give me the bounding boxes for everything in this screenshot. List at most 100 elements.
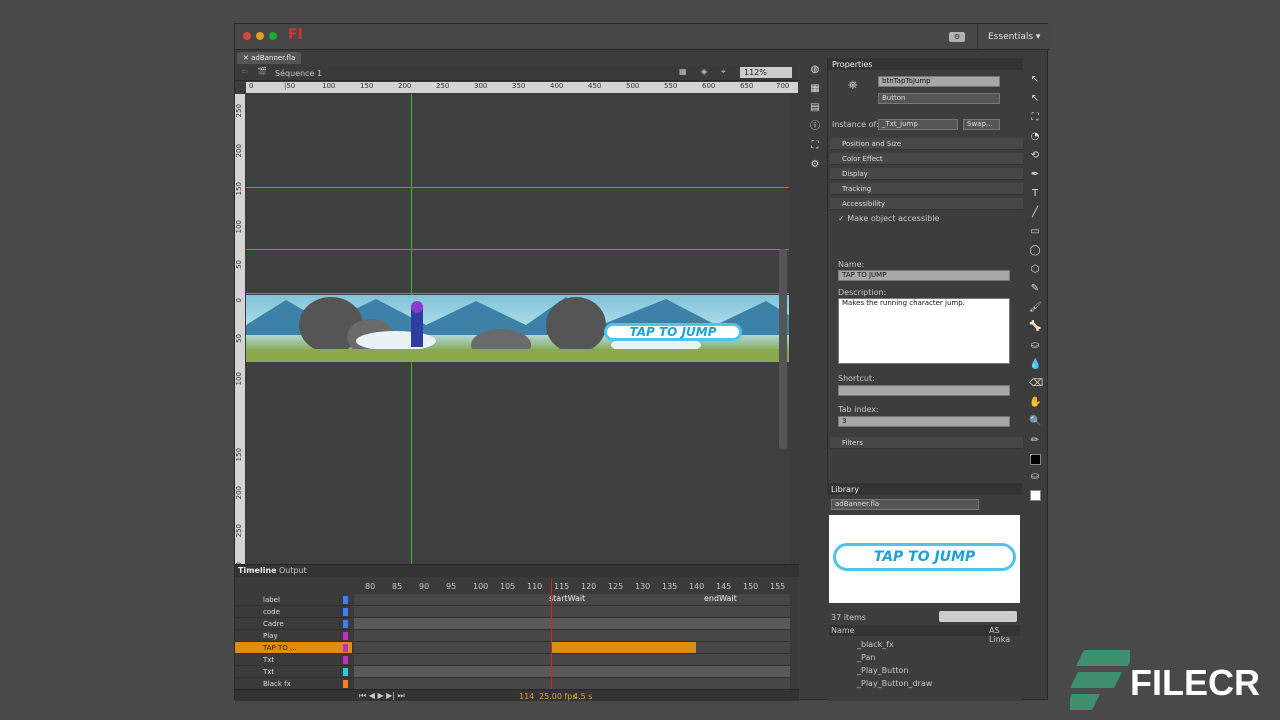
- accessible-name-input[interactable]: TAP TO JUMP: [838, 270, 1010, 281]
- section-display[interactable]: Display: [830, 168, 1023, 180]
- layer-row[interactable]: Cadre: [235, 618, 352, 630]
- col-name[interactable]: Name: [831, 626, 855, 635]
- paint-bucket-tool-icon[interactable]: ⛀: [1029, 340, 1041, 352]
- layer-color-marker[interactable]: [343, 632, 348, 640]
- frame-row[interactable]: [354, 606, 790, 618]
- selection-tool-icon[interactable]: ↖: [1029, 74, 1041, 86]
- polystar-tool-icon[interactable]: ⬡: [1029, 264, 1041, 276]
- frame-rate[interactable]: 25.00 fps: [539, 692, 577, 701]
- layer-row-selected[interactable]: TAP TO ...: [235, 642, 352, 654]
- oval-tool-icon[interactable]: ◯: [1029, 245, 1041, 257]
- document-tab[interactable]: ✕ adBanner.fla: [237, 52, 302, 64]
- swatches-icon[interactable]: ▦: [809, 83, 821, 95]
- frame-row[interactable]: [354, 630, 790, 642]
- lasso-tool-icon[interactable]: ⟲: [1029, 150, 1041, 162]
- tap-to-jump-button[interactable]: TAP TO JUMP: [604, 323, 742, 341]
- tween-span[interactable]: [551, 642, 696, 653]
- instance-name-input[interactable]: btnTapToJump: [878, 76, 1000, 87]
- layer-row[interactable]: code: [235, 606, 352, 618]
- make-accessible-checkbox[interactable]: ✓ Make object accessible: [838, 214, 939, 223]
- align-icon[interactable]: ▤: [809, 102, 821, 114]
- subselection-tool-icon[interactable]: ↖: [1029, 93, 1041, 105]
- eraser-tool-icon[interactable]: ⌫: [1029, 378, 1043, 390]
- frame-row[interactable]: [354, 618, 790, 630]
- guide-horizontal[interactable]: [246, 249, 789, 250]
- layer-row[interactable]: Txt: [235, 666, 352, 678]
- frame-row[interactable]: [354, 654, 790, 666]
- tab-timeline[interactable]: Timeline: [238, 566, 277, 575]
- free-transform-tool-icon[interactable]: ⛶: [1029, 112, 1041, 124]
- library-item[interactable]: _Pan: [857, 653, 875, 662]
- zoom-tool-icon[interactable]: 🔍: [1029, 416, 1041, 428]
- brush-tool-icon[interactable]: 🖌: [1029, 302, 1042, 314]
- swap-button[interactable]: Swap...: [963, 119, 1000, 130]
- section-accessibility[interactable]: Accessibility: [830, 198, 1023, 210]
- rectangle-tool-icon[interactable]: ▭: [1029, 226, 1041, 238]
- frame-row[interactable]: startWait endWait: [354, 594, 790, 606]
- hand-tool-icon[interactable]: ✋: [1029, 397, 1041, 409]
- section-tracking[interactable]: Tracking: [830, 183, 1023, 195]
- col-linkage[interactable]: AS Linka: [989, 626, 1020, 644]
- playback-controls[interactable]: ⏮ ◀ ▶ ▶| ⏭: [359, 691, 405, 701]
- playhead[interactable]: [551, 579, 552, 689]
- layer-color-marker[interactable]: [343, 620, 348, 628]
- library-search-input[interactable]: [939, 611, 1017, 622]
- layer-row[interactable]: Txt: [235, 654, 352, 666]
- library-file-select[interactable]: adBanner.fla: [831, 499, 979, 510]
- line-tool-icon[interactable]: ╱: [1029, 207, 1041, 219]
- workspace-switcher[interactable]: Essentials ▾: [977, 24, 1049, 50]
- ruler-tick: 400: [550, 82, 564, 90]
- fill-color-icon[interactable]: ⛀: [1029, 471, 1041, 483]
- pen-tool-icon[interactable]: ✒: [1029, 169, 1041, 181]
- vertical-scrollbar[interactable]: [779, 249, 787, 449]
- transform-icon[interactable]: ⛶: [809, 140, 821, 152]
- minimize-window-button[interactable]: [256, 32, 264, 40]
- edit-symbols-icon[interactable]: ◈: [701, 67, 707, 76]
- bone-tool-icon[interactable]: 🦴: [1029, 321, 1041, 333]
- symbol-type-select[interactable]: Button: [878, 93, 1000, 104]
- shortcut-input[interactable]: [838, 385, 1010, 396]
- layer-color-marker[interactable]: [343, 656, 348, 664]
- section-color-effect[interactable]: Color Effect: [830, 153, 1023, 165]
- text-tool-icon[interactable]: T: [1029, 188, 1041, 200]
- 3d-rotation-tool-icon[interactable]: ◔: [1029, 131, 1041, 143]
- back-arrow-icon[interactable]: ⇦: [241, 67, 248, 76]
- stage-canvas[interactable]: TAP TO JUMP: [246, 94, 789, 589]
- description-textarea[interactable]: Makes the running character jump.: [838, 298, 1010, 364]
- layer-color-marker[interactable]: [343, 644, 348, 652]
- library-item[interactable]: _black_fx: [857, 640, 894, 649]
- library-item[interactable]: _Play_Button_draw: [857, 679, 932, 688]
- tab-output[interactable]: Output: [279, 566, 307, 575]
- center-stage-icon[interactable]: ⌖: [721, 67, 726, 77]
- layer-row[interactable]: Play: [235, 630, 352, 642]
- code-snippets-icon[interactable]: ⚙: [809, 159, 821, 171]
- maximize-window-button[interactable]: [269, 32, 277, 40]
- frame-row[interactable]: [354, 666, 790, 678]
- section-filters[interactable]: Filters: [830, 437, 1023, 449]
- banner-stage[interactable]: TAP TO JUMP: [246, 295, 789, 362]
- edit-scene-icon[interactable]: ▦: [679, 67, 687, 76]
- info-icon[interactable]: ⓘ: [809, 121, 821, 133]
- layer-color-marker[interactable]: [343, 680, 348, 688]
- guide-horizontal[interactable]: [246, 187, 789, 188]
- fill-color-swatch[interactable]: [1029, 490, 1041, 501]
- zoom-select[interactable]: 112%: [740, 67, 792, 78]
- stroke-color-swatch[interactable]: [1029, 454, 1041, 465]
- sync-settings-icon[interactable]: ⚙: [949, 32, 965, 42]
- layer-color-marker[interactable]: [343, 668, 348, 676]
- current-frame[interactable]: 114: [519, 692, 534, 701]
- layer-color-marker[interactable]: [343, 596, 348, 604]
- eyedropper-tool-icon[interactable]: 💧: [1029, 359, 1041, 371]
- stroke-color-icon[interactable]: ✏: [1029, 435, 1041, 447]
- frame-row[interactable]: [354, 642, 790, 654]
- color-icon[interactable]: ◍: [809, 64, 821, 76]
- tab-index-input[interactable]: 3: [838, 416, 1010, 427]
- guide-horizontal[interactable]: [246, 293, 789, 294]
- pencil-tool-icon[interactable]: ✎: [1029, 283, 1041, 295]
- layer-color-marker[interactable]: [343, 608, 348, 616]
- layer-row[interactable]: label: [235, 594, 352, 606]
- library-item[interactable]: _Play_Button: [857, 666, 908, 675]
- close-window-button[interactable]: [243, 32, 251, 40]
- frame-ruler[interactable]: 80 85 90 95 100 105 110 115 120 125 130 …: [354, 579, 790, 593]
- section-position-size[interactable]: Position and Size: [830, 138, 1023, 150]
